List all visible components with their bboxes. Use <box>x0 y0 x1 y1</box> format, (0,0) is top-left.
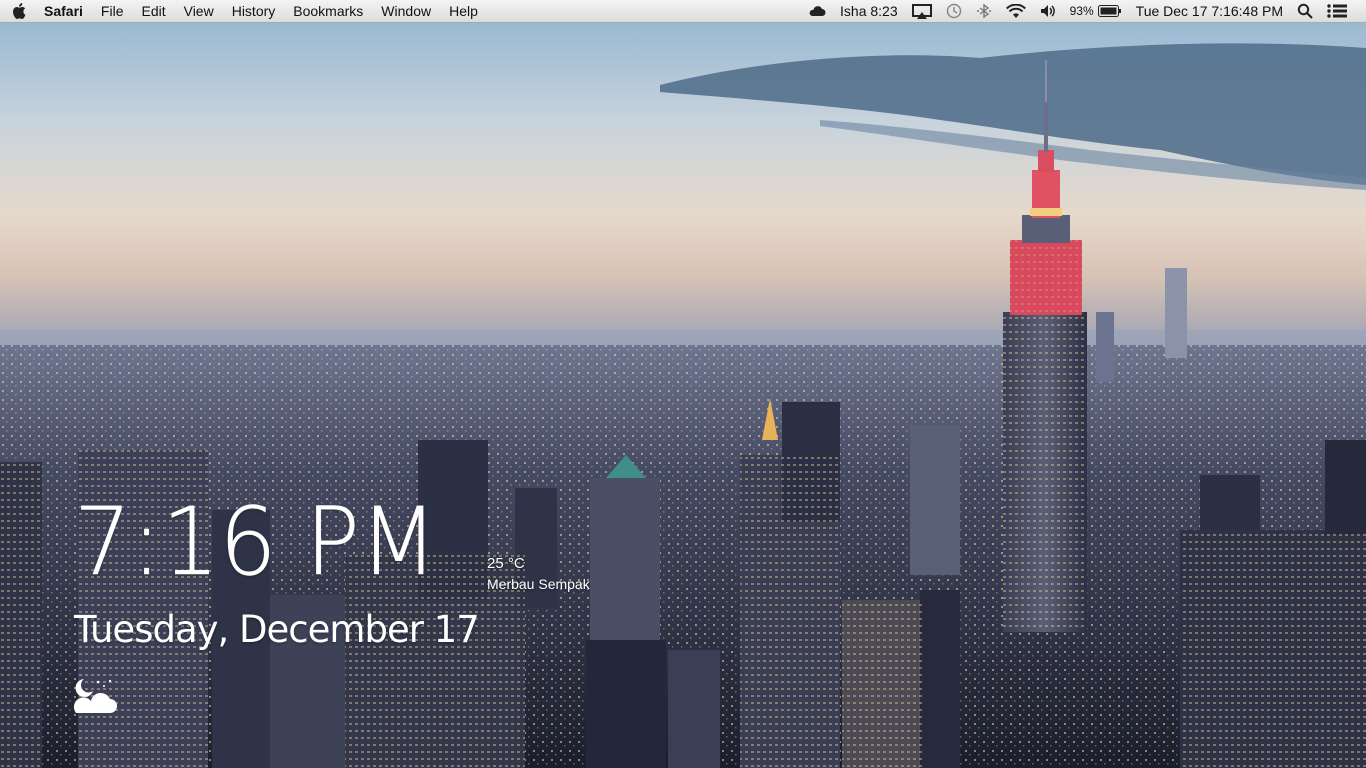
wifi-icon[interactable] <box>999 3 1033 19</box>
battery-percent: 93% <box>1069 4 1094 18</box>
weather-widget: 25 °C Merbau Sempak <box>487 555 590 592</box>
bluetooth-icon[interactable] <box>969 3 999 19</box>
menu-window[interactable]: Window <box>372 0 440 22</box>
weather-location: Merbau Sempak <box>487 576 590 592</box>
menubar-clock[interactable]: Tue Dec 17 7:16:48 PM <box>1129 0 1290 22</box>
widget-date: Tuesday, December 17 <box>74 608 480 651</box>
notification-center-icon[interactable] <box>1320 3 1354 19</box>
weather-temperature: 25 °C <box>487 555 525 572</box>
app-menu-safari[interactable]: Safari <box>38 0 92 22</box>
menu-help[interactable]: Help <box>440 0 487 22</box>
menu-history[interactable]: History <box>223 0 285 22</box>
apple-icon[interactable] <box>0 3 38 19</box>
menu-view[interactable]: View <box>175 0 223 22</box>
airplay-icon[interactable] <box>905 3 939 19</box>
prayer-time[interactable]: Isha 8:23 <box>833 0 905 22</box>
battery-status[interactable]: 93% <box>1063 0 1129 22</box>
spotlight-icon[interactable] <box>1290 3 1320 19</box>
menu-bookmarks[interactable]: Bookmarks <box>284 0 372 22</box>
moon-cloud-icon <box>70 676 120 721</box>
menu-edit[interactable]: Edit <box>132 0 174 22</box>
cloud-icon[interactable] <box>801 5 833 17</box>
menu-file[interactable]: File <box>92 0 133 22</box>
menu-bar: Safari File Edit View History Bookmarks … <box>0 0 1366 23</box>
time-machine-icon[interactable] <box>939 3 969 19</box>
battery-icon <box>1097 5 1122 17</box>
desktop-wallpaper <box>0 0 1366 768</box>
volume-icon[interactable] <box>1033 4 1063 18</box>
widget-time: 7:16 PM <box>74 488 438 597</box>
